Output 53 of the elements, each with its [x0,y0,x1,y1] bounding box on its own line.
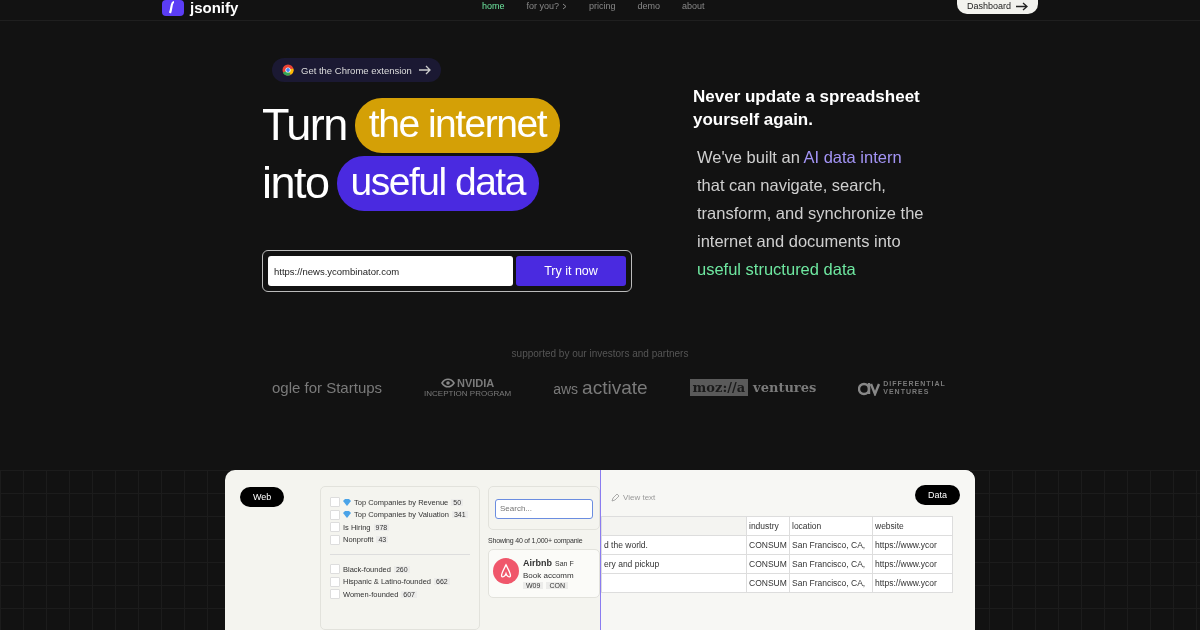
table-cell: https://www.ycor [872,573,953,593]
logo-icon[interactable] [162,0,184,16]
checkbox[interactable] [330,509,340,520]
url-input[interactable]: https://news.ycombinator.com [268,256,513,287]
highlight-pill: the internet [354,97,560,153]
headline-text: Turn [262,99,347,152]
column-header: location [789,516,873,536]
pencil-icon [611,493,620,502]
table-cell: ery and pickup [601,554,747,574]
company-logo-icon [493,558,519,584]
table-cell: CONSUM [746,573,790,593]
checkbox[interactable] [330,589,340,600]
dashboard-button[interactable]: Dashboard [956,0,1038,14]
company-description: Book accomm [523,571,574,580]
data-badge: Data [915,485,960,505]
pitch-paragraph: We've built an AI data intern that can navigate, search, transform, and synchronize the internet and documents into useful structured data [697,147,925,281]
table-cell: San Francisco, CA, [789,554,873,574]
table-cell: CONSUM [746,535,790,555]
checkbox[interactable] [330,497,340,508]
chrome-extension-link[interactable]: Get the Chrome extension [272,58,441,83]
checkbox[interactable] [330,576,340,587]
highlight-pill: useful data [336,155,539,211]
headline-text: into [262,157,329,210]
partner-logo: moz://a ventures [689,379,817,397]
web-badge: Web [240,487,285,507]
partner-logo: aws activate [553,376,648,399]
table-cell: San Francisco, CA, [789,573,873,593]
table-cell: d the world. [601,535,747,555]
table-cell: San Francisco, CA, [789,535,873,555]
search-field[interactable]: Search... [495,498,593,519]
chrome-icon [282,64,294,77]
nav-link[interactable]: about [682,1,705,11]
table-cell: https://www.ycor [872,535,953,555]
nav-link[interactable]: for you? [526,1,568,11]
brand-name[interactable]: jsonify [190,0,239,16]
partner-logo: NVIDIA INCEPTION PROGRAM [424,377,512,399]
nav-link[interactable]: demo [637,1,661,11]
pitch-heading: Never update a spreadsheet yourself again. [693,86,921,132]
table-cell: CONSUM [746,554,790,574]
table-cell: https://www.ycor [872,554,953,574]
column-header: website [872,516,953,536]
nav-link[interactable]: home [482,1,505,11]
nav-link[interactable]: pricing [589,1,616,11]
arrow-icon [418,65,431,76]
try-button[interactable]: Try it now [516,256,626,287]
checkbox[interactable] [330,534,340,545]
arrow-icon [1016,1,1028,11]
checkbox[interactable] [330,564,340,575]
column-header: industry [746,516,790,536]
company-name: Airbnb [523,558,552,568]
partners-caption: supported by our investors and partners [511,347,689,359]
checkbox[interactable] [330,522,340,533]
partner-logo: ogle for Startups [272,379,383,397]
